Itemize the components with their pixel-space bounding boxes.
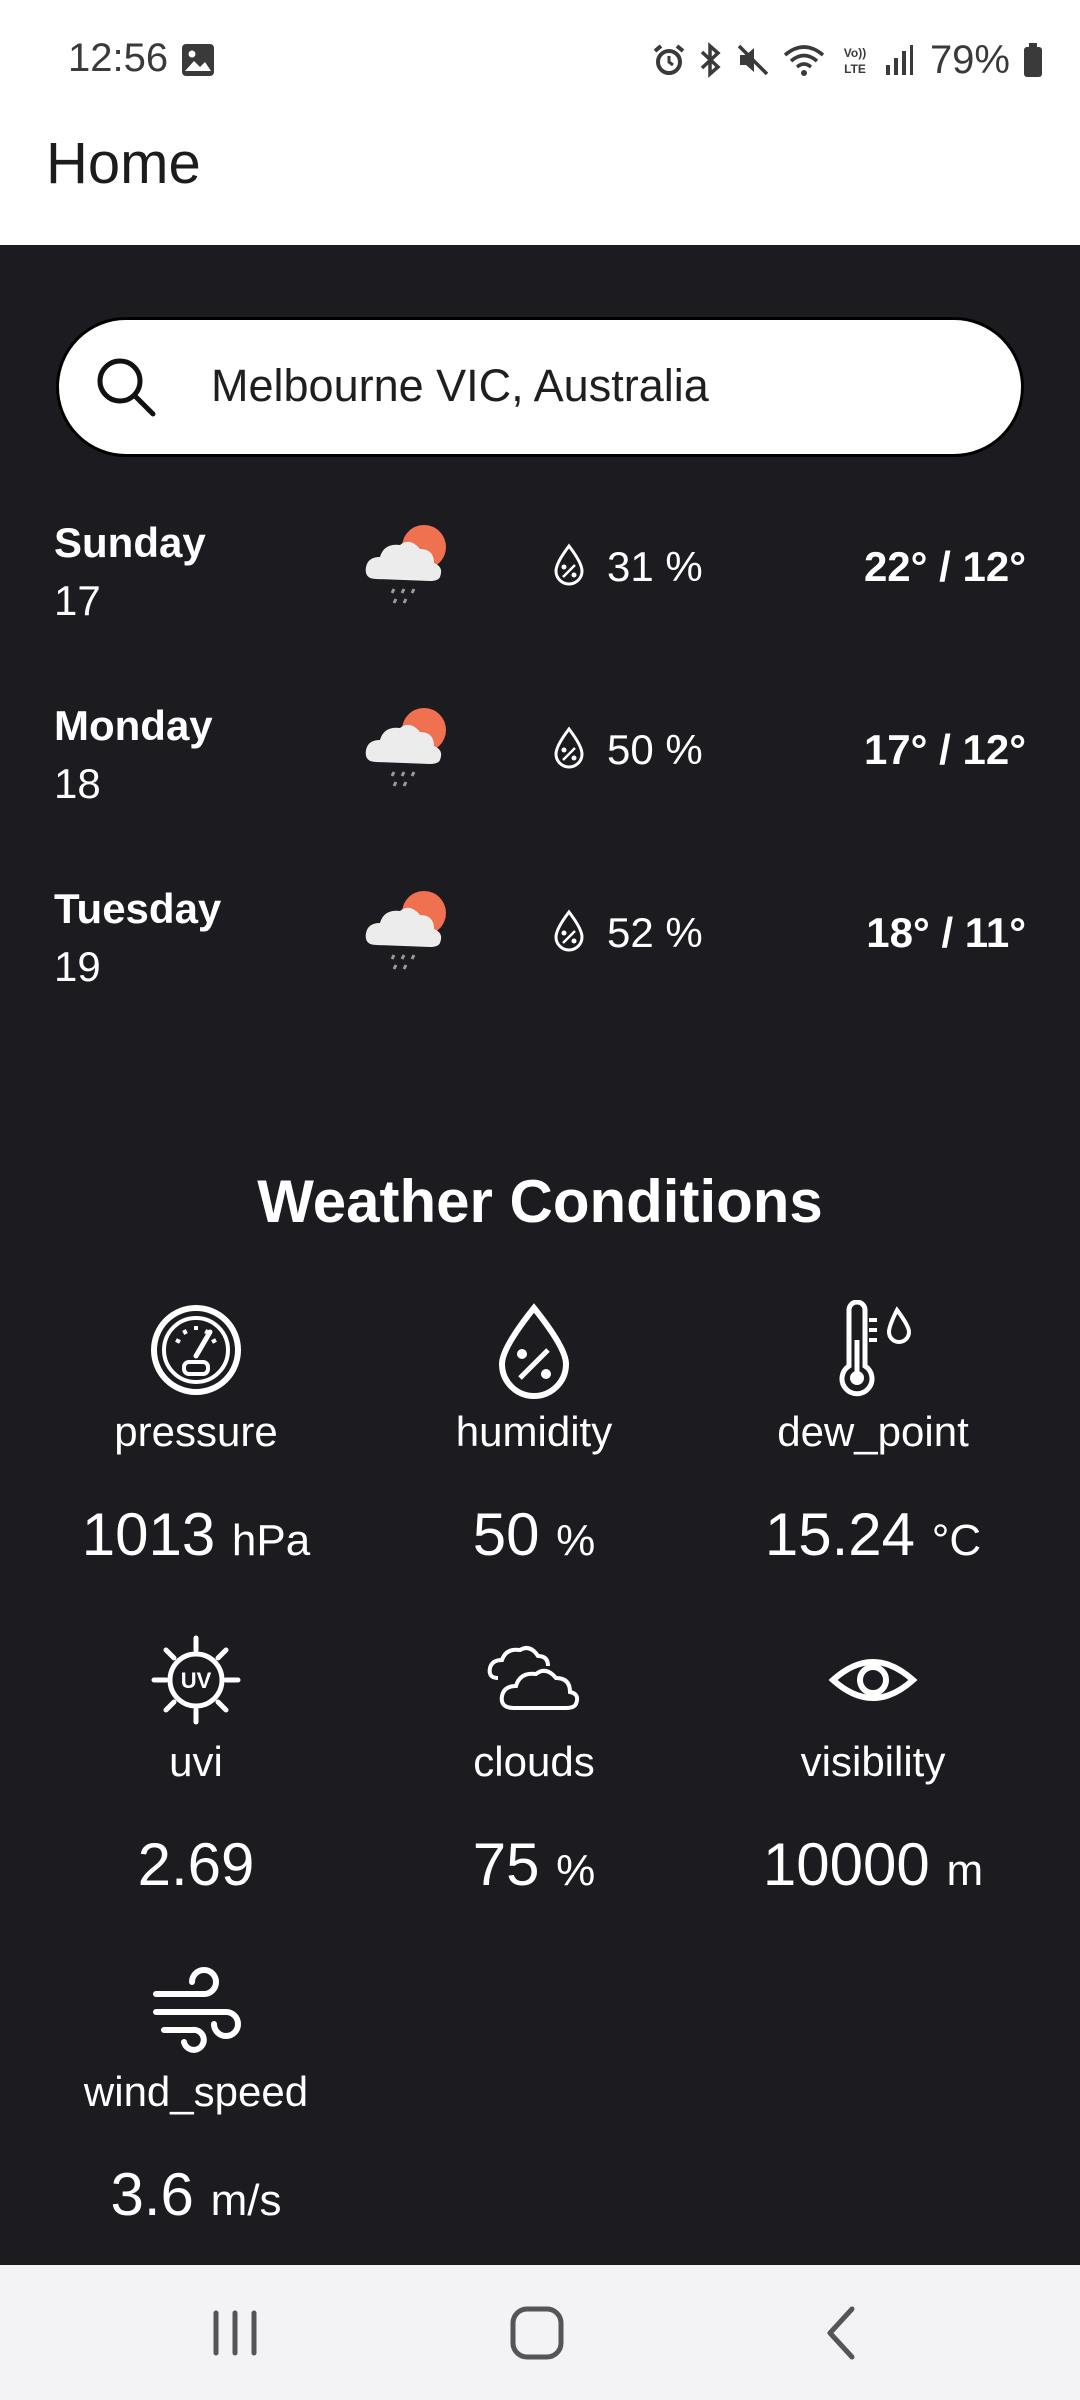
- recent-apps-icon[interactable]: [200, 2305, 270, 2361]
- signal-icon: [885, 45, 913, 75]
- condition-unit: hPa: [231, 1516, 311, 1565]
- humidity-drop-icon: [554, 909, 584, 952]
- main-content: Melbourne VIC, Australia Sunday 17 31 % …: [0, 245, 1080, 2265]
- humidity-drop-icon: [554, 726, 584, 769]
- forecast-day: Sunday: [54, 519, 206, 566]
- gallery-icon: [182, 44, 214, 76]
- condition-number: 50: [472, 1501, 540, 1568]
- conditions-title: Weather Conditions: [257, 1168, 823, 1235]
- condition-number: 75: [472, 1831, 540, 1898]
- condition-unit: °C: [931, 1516, 982, 1565]
- eye-icon: [828, 1659, 918, 1701]
- condition-value: 15.24 °C: [703, 1500, 1043, 1569]
- humidity-drop-icon: [554, 543, 584, 586]
- forecast-temps: 17° / 12°: [863, 726, 1026, 773]
- bluetooth-icon: [700, 42, 721, 78]
- forecast-date: 18: [54, 760, 101, 807]
- condition-label: humidity: [455, 1408, 613, 1455]
- condition-label: uvi: [169, 1738, 223, 1785]
- condition-unit: %: [556, 1846, 596, 1895]
- forecast-temps: 22° / 12°: [863, 543, 1026, 590]
- search-icon[interactable]: [91, 352, 161, 422]
- condition-clouds: clouds 75 %: [364, 1630, 704, 1930]
- condition-pressure: pressure 1013 hPa: [26, 1300, 366, 1600]
- status-time: 12:56: [68, 36, 169, 80]
- condition-value: 1013 hPa: [26, 1500, 366, 1569]
- uv-sun-icon: UV: [151, 1635, 241, 1725]
- condition-value: 3.6 m/s: [26, 2160, 366, 2229]
- condition-label: dew_point: [777, 1408, 969, 1455]
- condition-dew-point: dew_point 15.24 °C: [703, 1300, 1043, 1600]
- forecast-temps: 18° / 11°: [866, 909, 1026, 956]
- cloud-rain-sun-icon: [365, 708, 446, 787]
- gauge-icon: [151, 1305, 241, 1395]
- condition-label: clouds: [473, 1738, 595, 1785]
- condition-label: pressure: [114, 1408, 278, 1455]
- condition-humidity: humidity 50 %: [364, 1300, 704, 1600]
- condition-number: 2.69: [137, 1831, 255, 1898]
- forecast-date: 17: [54, 577, 101, 624]
- condition-value: 50 %: [364, 1500, 704, 1569]
- search-value[interactable]: Melbourne VIC, Australia: [211, 360, 709, 412]
- condition-label: visibility: [800, 1738, 946, 1785]
- condition-number: 1013: [81, 1501, 216, 1568]
- condition-visibility: visibility 10000 m: [703, 1630, 1043, 1930]
- condition-value: 75 %: [364, 1830, 704, 1899]
- svg-text:LTE: LTE: [844, 62, 866, 76]
- condition-number: 15.24: [764, 1501, 916, 1568]
- forecast-day: Tuesday: [54, 885, 222, 932]
- page-title: Home: [46, 131, 201, 196]
- svg-text:UV: UV: [181, 1668, 212, 1693]
- condition-unit: %: [556, 1516, 596, 1565]
- thermometer-drop-icon: [839, 1300, 912, 1397]
- forecast-humidity: 31 %: [607, 543, 703, 590]
- condition-uvi: UV uvi 2.69: [26, 1630, 366, 1930]
- condition-label: wind_speed: [83, 2068, 309, 2115]
- condition-number: 10000: [762, 1831, 930, 1898]
- forecast-row-tuesday[interactable]: Tuesday 19 52 % 18° / 11°: [0, 885, 1080, 1005]
- forecast-row-sunday[interactable]: Sunday 17 31 % 22° / 12°: [0, 519, 1080, 639]
- back-icon[interactable]: [818, 2303, 862, 2363]
- condition-number: 3.6: [110, 2161, 194, 2228]
- battery-icon: [1024, 43, 1042, 77]
- condition-value: 2.69: [26, 1830, 366, 1899]
- clouds-icon: [487, 1646, 580, 1710]
- search-input[interactable]: Melbourne VIC, Australia: [56, 317, 1024, 457]
- cloud-rain-sun-icon: [365, 525, 446, 604]
- battery-percent: 79%: [929, 37, 1010, 82]
- condition-unit: m/s: [210, 2176, 282, 2225]
- status-icons: Vo)) LTE 79%: [652, 36, 1044, 84]
- home-icon[interactable]: [505, 2301, 569, 2365]
- condition-wind-speed: wind_speed 3.6 m/s: [26, 1960, 366, 2260]
- wind-icon: [153, 1967, 241, 2053]
- cloud-rain-sun-icon: [365, 891, 446, 970]
- alarm-icon: [653, 44, 685, 75]
- forecast-day: Monday: [54, 702, 213, 749]
- forecast-date: 19: [54, 943, 101, 990]
- svg-text:Vo)): Vo)): [844, 46, 866, 60]
- wifi-icon: [783, 45, 825, 76]
- forecast-humidity: 50 %: [607, 726, 703, 773]
- condition-value: 10000 m: [703, 1830, 1043, 1899]
- humidity-drop-icon: [498, 1303, 570, 1399]
- system-nav-bar: [0, 2265, 1080, 2400]
- volte-icon: Vo)) LTE: [844, 46, 866, 76]
- condition-unit: m: [946, 1846, 984, 1895]
- status-bar: 12:56 Vo)) LTE 79%: [0, 0, 1080, 120]
- forecast-row-monday[interactable]: Monday 18 50 % 17° / 12°: [0, 702, 1080, 822]
- mute-icon: [737, 44, 769, 76]
- forecast-humidity: 52 %: [607, 909, 703, 956]
